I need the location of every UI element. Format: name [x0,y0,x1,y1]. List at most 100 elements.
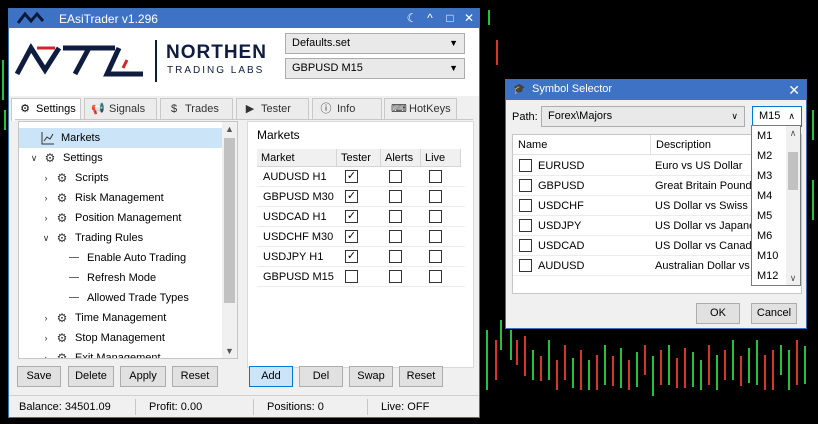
tab-info[interactable]: ⓘ Info [312,98,382,120]
market-name: USDJPY H1 [263,251,324,263]
timeframe-option[interactable]: M10 [752,246,787,266]
add-market-button[interactable]: Add [249,366,293,387]
tree-item[interactable]: Enable Auto Trading [19,248,223,268]
tab-settings[interactable]: ⚙ Settings [11,98,81,121]
column-header-alerts[interactable]: Alerts [381,149,421,167]
settings-file-select[interactable]: Defaults.set ▼ [285,33,465,54]
column-header-tester[interactable]: Tester [337,149,381,167]
reset-settings-button[interactable]: Reset [172,366,218,387]
tester-checkbox[interactable]: ✓ [345,250,358,263]
tab-trades[interactable]: $ Trades [160,98,233,120]
delete-market-button[interactable]: Del [299,366,343,387]
tree-item[interactable]: ∨ ⚙ Trading Rules [19,228,223,248]
scroll-up-icon[interactable]: ∧ [786,126,800,140]
tree-item[interactable]: Allowed Trade Types [19,288,223,308]
symbol-checkbox[interactable] [519,239,532,252]
chart-candle [748,348,750,383]
save-button[interactable]: Save [17,366,61,387]
alerts-checkbox[interactable] [389,210,402,223]
timeframe-option[interactable]: M2 [752,146,787,166]
scroll-up-icon[interactable]: ▲ [222,122,237,136]
delete-button[interactable]: Delete [68,366,114,387]
column-header-name[interactable]: Name [513,135,651,155]
dialog-close-icon[interactable]: ✕ [788,81,800,99]
live-checkbox[interactable] [429,270,442,283]
live-checkbox[interactable] [429,210,442,223]
reset-markets-button[interactable]: Reset [399,366,443,387]
alerts-checkbox[interactable] [389,170,402,183]
alerts-checkbox[interactable] [389,250,402,263]
maximize-button[interactable]: □ [443,11,457,25]
market-row[interactable]: USDCHF M30 ✓ [257,227,465,247]
tab-signals[interactable]: 📢 Signals [84,98,157,120]
tester-checkbox[interactable]: ✓ [345,170,358,183]
tester-checkbox[interactable]: ✓ [345,190,358,203]
chevron-right-icon[interactable]: › [41,308,51,328]
column-header-market[interactable]: Market [257,149,337,167]
chevron-down-icon[interactable]: ∨ [41,228,51,248]
live-checkbox[interactable] [429,230,442,243]
symbol-checkbox[interactable] [519,179,532,192]
alerts-checkbox[interactable] [389,270,402,283]
market-row[interactable]: USDJPY H1 ✓ [257,247,465,267]
symbol-timeframe-select[interactable]: GBPUSD M15 ▼ [285,58,465,79]
swap-market-button[interactable]: Swap [349,366,393,387]
theme-toggle-icon[interactable]: ☾ [405,11,419,25]
tree-item[interactable]: Refresh Mode [19,268,223,288]
tree-scrollbar[interactable]: ▲ ▼ [222,122,237,358]
scroll-thumb[interactable] [788,152,798,190]
dialog-titlebar[interactable]: 🎓 Symbol Selector ✕ [506,80,806,100]
collapse-button[interactable]: ^ [423,11,437,25]
tree-item[interactable]: › ⚙ Time Management [19,308,223,328]
ok-button[interactable]: OK [696,303,740,324]
chevron-right-icon[interactable]: › [41,188,51,208]
scroll-down-icon[interactable]: ∨ [786,271,800,285]
live-checkbox[interactable] [429,250,442,263]
timeframe-select[interactable]: M15 ∧ [752,106,802,127]
dropdown-scrollbar[interactable]: ∧ ∨ [786,126,800,285]
market-row[interactable]: AUDUSD H1 ✓ [257,167,465,187]
symbol-checkbox[interactable] [519,219,532,232]
path-select[interactable]: Forex\Majors ∨ [541,106,745,127]
apply-button[interactable]: Apply [120,366,166,387]
tree-item[interactable]: › ⚙ Position Management [19,208,223,228]
chevron-right-icon[interactable]: › [41,168,51,188]
scroll-down-icon[interactable]: ▼ [222,344,237,358]
live-checkbox[interactable] [429,170,442,183]
cancel-button[interactable]: Cancel [751,303,797,324]
tester-checkbox[interactable] [345,270,358,283]
tab-tester[interactable]: ▶ Tester [236,98,309,120]
timeframe-option[interactable]: M3 [752,166,787,186]
tester-checkbox[interactable]: ✓ [345,230,358,243]
symbol-checkbox[interactable] [519,259,532,272]
market-row[interactable]: USDCAD H1 ✓ [257,207,465,227]
timeframe-option[interactable]: M5 [752,206,787,226]
scroll-thumb[interactable] [224,138,235,303]
main-titlebar[interactable]: EAsiTrader v1.296 ☾ ^ □ ✕ [9,9,479,28]
chevron-down-icon[interactable]: ∨ [29,148,39,168]
close-button[interactable]: ✕ [462,11,476,25]
live-checkbox[interactable] [429,190,442,203]
tree-item[interactable]: › ⚙ Stop Management [19,328,223,348]
tree-item[interactable]: Markets [19,128,223,148]
market-row[interactable]: GBPUSD M15 [257,267,465,287]
tab-hotkeys[interactable]: ⌨ HotKeys [384,98,457,120]
tree-item[interactable]: › ⚙ Risk Management [19,188,223,208]
timeframe-option[interactable]: M6 [752,226,787,246]
symbol-checkbox[interactable] [519,199,532,212]
alerts-checkbox[interactable] [389,190,402,203]
tester-checkbox[interactable]: ✓ [345,210,358,223]
timeframe-option[interactable]: M1 [752,126,787,146]
alerts-checkbox[interactable] [389,230,402,243]
tree-item[interactable]: › ⚙ Scripts [19,168,223,188]
chevron-right-icon[interactable]: › [41,208,51,228]
timeframe-option[interactable]: M4 [752,186,787,206]
market-row[interactable]: GBPUSD M30 ✓ [257,187,465,207]
timeframe-option[interactable]: M12 [752,266,787,286]
chevron-right-icon[interactable]: › [41,348,51,358]
tree-item[interactable]: › ⚙ Exit Management [19,348,223,358]
tree-item[interactable]: ∨ ⚙ Settings [19,148,223,168]
symbol-checkbox[interactable] [519,159,532,172]
chevron-right-icon[interactable]: › [41,328,51,348]
column-header-live[interactable]: Live [421,149,461,167]
